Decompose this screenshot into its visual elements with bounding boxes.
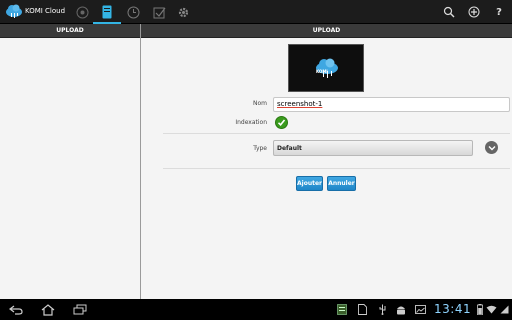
name-label: Nom [252, 100, 267, 107]
help-icon[interactable]: ? [491, 4, 507, 20]
right-panel-header: UPLOAD [141, 24, 512, 38]
app-notification-icon[interactable] [336, 303, 348, 316]
indexation-check-icon[interactable] [275, 116, 288, 129]
android-debug-icon[interactable] [395, 303, 407, 316]
home-icon[interactable] [40, 303, 56, 316]
indexation-label: Indexation [235, 119, 267, 126]
dashboard-icon[interactable] [74, 4, 90, 20]
type-select[interactable]: Default [273, 140, 473, 156]
action-bar: KOMI Cloud ? [0, 0, 512, 24]
system-bar: 13:41 [0, 299, 512, 320]
separator [163, 133, 510, 134]
settings-icon[interactable] [175, 4, 191, 20]
thumbnail-cloud-logo [316, 58, 338, 78]
type-label: Type [253, 145, 267, 152]
chevron-down-icon[interactable] [485, 141, 498, 154]
back-icon[interactable] [8, 303, 24, 316]
tasks-icon[interactable] [151, 4, 167, 20]
documents-icon[interactable] [93, 4, 121, 24]
battery-icon[interactable] [476, 303, 484, 316]
signal-icon[interactable] [499, 303, 509, 316]
wifi-icon[interactable] [485, 303, 497, 316]
upload-list-pane [0, 38, 140, 299]
separator [163, 168, 510, 169]
add-button[interactable]: Ajouter [296, 176, 323, 191]
name-value: screenshot-1 [277, 100, 323, 108]
history-icon[interactable] [125, 4, 141, 20]
screenshot-thumbnail: KOMI [288, 44, 364, 92]
name-input[interactable]: screenshot-1 [273, 97, 510, 112]
thumbnail-logo-text: KOMI [316, 69, 328, 74]
cancel-button[interactable]: Annuler [327, 176, 356, 191]
sd-card-icon[interactable] [356, 303, 368, 316]
screenshot-icon[interactable] [414, 303, 426, 316]
recent-apps-icon[interactable] [72, 303, 88, 316]
app-title: KOMI Cloud [25, 7, 66, 15]
add-icon[interactable] [466, 4, 482, 20]
komi-cloud-logo[interactable] [5, 3, 23, 19]
usb-icon[interactable] [376, 303, 388, 316]
left-panel-header: UPLOAD [0, 24, 140, 38]
search-icon[interactable] [441, 4, 457, 20]
status-clock: 13:41 [434, 302, 472, 316]
